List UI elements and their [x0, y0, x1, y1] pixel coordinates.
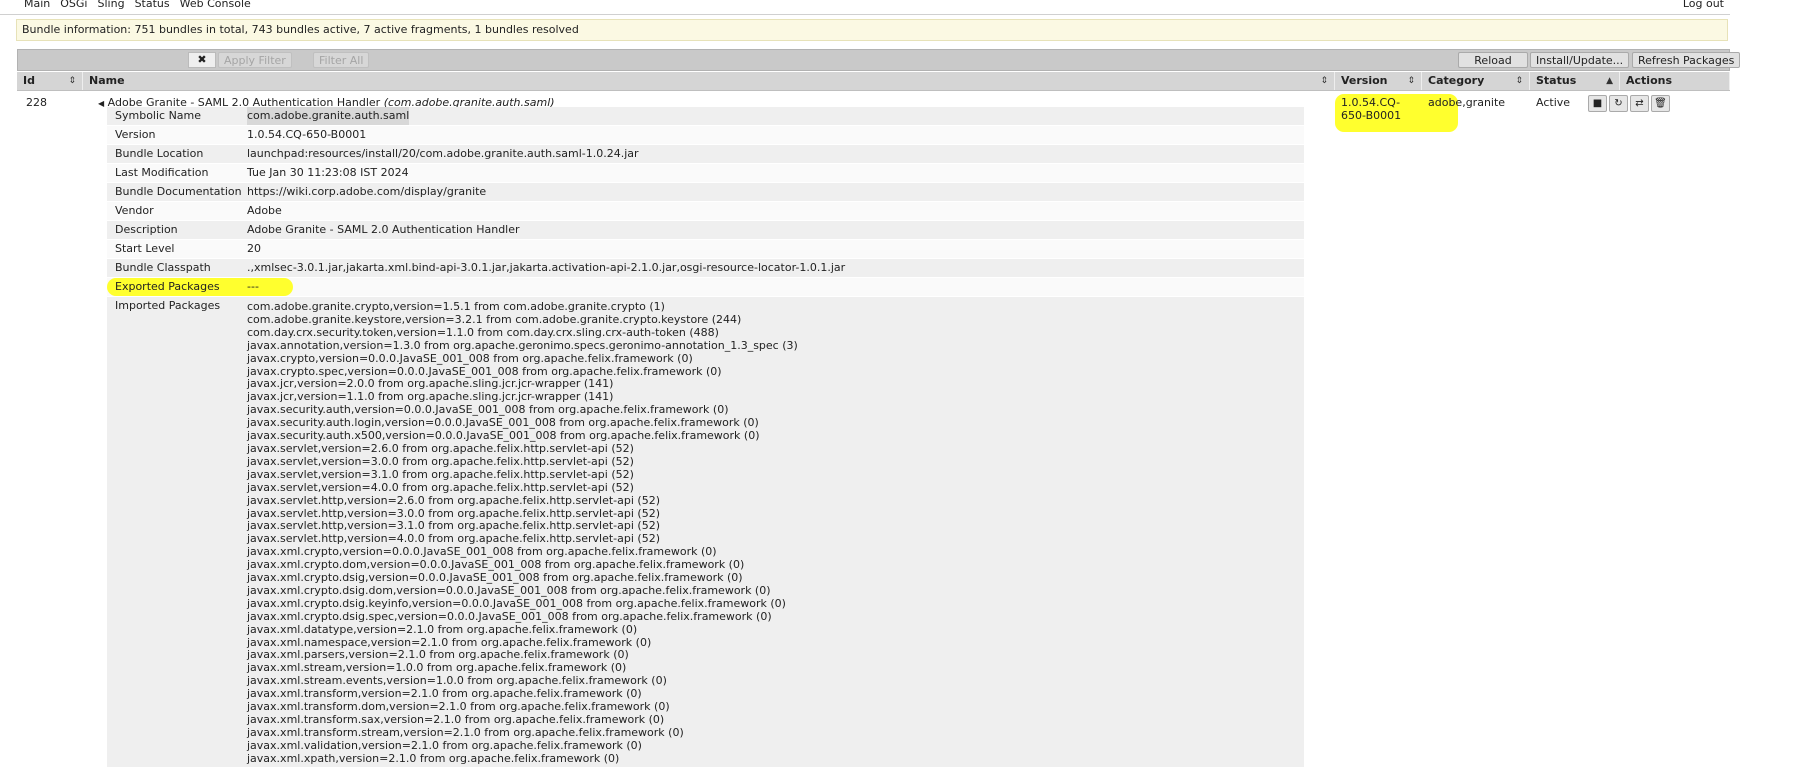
detail-value: Tue Jan 30 11:23:08 IST 2024 — [247, 166, 409, 179]
detail-value: com.adobe.granite.auth.saml — [247, 107, 410, 125]
column-actions-label: Actions — [1626, 74, 1672, 87]
imported-package: javax.servlet,version=3.1.0 from org.apa… — [247, 467, 634, 481]
imported-package: javax.xml.crypto.dsig.keyinfo,version=0.… — [247, 596, 786, 610]
sort-asc-icon: ▲ — [1606, 76, 1613, 86]
install-update-button[interactable]: Install/Update... — [1530, 52, 1630, 68]
detail-value: 1.0.54.CQ-650-B0001 — [247, 128, 367, 141]
detail-row-exported: Exported Packages --- — [107, 278, 1304, 297]
detail-value: launchpad:resources/install/20/com.adobe… — [247, 147, 639, 160]
menu-osgi[interactable]: OSGi — [60, 0, 87, 10]
refresh-icon[interactable]: ↻ — [1609, 95, 1628, 112]
filter-all-button[interactable]: Filter All — [313, 52, 370, 68]
sort-icon: ⇕ — [1320, 76, 1328, 86]
sort-icon: ⇕ — [1515, 76, 1523, 86]
top-nav: Main OSGi Sling Status Web Console Log o… — [0, 0, 1730, 15]
detail-row: Vendor Adobe — [107, 202, 1304, 221]
bundle-actions: ■ ↻ ⇄ 🗑 — [1588, 95, 1670, 112]
detail-row: Last Modification Tue Jan 30 11:23:08 IS… — [107, 164, 1304, 183]
imported-package: javax.servlet,version=4.0.0 from org.apa… — [247, 480, 634, 494]
detail-value: .,xmlsec-3.0.1.jar,jakarta.xml.bind-api-… — [247, 261, 846, 274]
uninstall-icon[interactable]: 🗑 — [1651, 95, 1670, 112]
column-name-label: Name — [89, 74, 125, 87]
detail-value: https://wiki.corp.adobe.com/display/gran… — [247, 185, 487, 198]
detail-label: Description — [115, 223, 178, 236]
stop-icon[interactable]: ■ — [1588, 95, 1607, 112]
logout-link[interactable]: Log out — [1683, 0, 1724, 10]
imported-package: com.adobe.granite.keystore,version=3.2.1… — [247, 312, 742, 326]
detail-label: Version — [115, 128, 156, 141]
column-category-label: Category — [1428, 74, 1485, 87]
imported-package: javax.xml.crypto.dsig,version=0.0.0.Java… — [247, 571, 743, 585]
imported-package: javax.servlet,version=3.0.0 from org.apa… — [247, 454, 634, 468]
imported-package: javax.crypto,version=0.0.0.JavaSE_001_00… — [247, 351, 693, 365]
column-id-label: Id — [23, 74, 35, 87]
column-header-status[interactable]: Status ▲ — [1530, 72, 1620, 90]
menu-main[interactable]: Main — [24, 0, 50, 10]
collapse-arrow-icon[interactable]: ◀ — [98, 99, 104, 108]
detail-label: Vendor — [115, 204, 154, 217]
detail-label: Exported Packages — [115, 280, 220, 293]
bundle-status: Active — [1536, 96, 1571, 109]
detail-row: Version 1.0.54.CQ-650-B0001 — [107, 126, 1304, 145]
main-menu: Main OSGi Sling Status Web Console — [24, 0, 251, 10]
reload-button[interactable]: Reload — [1458, 52, 1528, 68]
detail-value: Adobe Granite - SAML 2.0 Authentication … — [247, 223, 520, 236]
refresh-packages-button[interactable]: Refresh Packages — [1632, 52, 1741, 68]
bundle-version-line2: 650-B0001 — [1341, 109, 1402, 122]
bundle-detail-panel: Symbolic Name com.adobe.granite.auth.sam… — [107, 107, 1304, 767]
detail-label: Symbolic Name — [115, 109, 202, 122]
column-header-name[interactable]: Name ⇕ — [83, 72, 1335, 90]
bundle-id: 228 — [26, 96, 47, 109]
detail-row: Bundle Classpath .,xmlsec-3.0.1.jar,jaka… — [107, 259, 1304, 278]
detail-value: --- — [247, 280, 259, 293]
detail-row: Bundle Location launchpad:resources/inst… — [107, 145, 1304, 164]
imported-package: javax.servlet.http,version=2.6.0 from or… — [247, 493, 660, 507]
menu-sling[interactable]: Sling — [98, 0, 125, 10]
detail-value: Adobe — [247, 204, 282, 217]
detail-label: Start Level — [115, 242, 175, 255]
menu-web-console[interactable]: Web Console — [180, 0, 251, 10]
detail-row: Start Level 20 — [107, 240, 1304, 259]
update-icon[interactable]: ⇄ — [1630, 95, 1649, 112]
menu-status[interactable]: Status — [135, 0, 170, 10]
imported-package: javax.xml.crypto.dsig.dom,version=0.0.0.… — [247, 583, 771, 597]
column-header-actions: Actions — [1620, 72, 1730, 90]
bundle-status-line: Bundle information: 751 bundles in total… — [16, 19, 1728, 41]
detail-label: Bundle Classpath — [115, 261, 211, 274]
detail-label: Bundle Location — [115, 147, 204, 160]
apply-filter-button[interactable]: Apply Filter — [218, 52, 292, 68]
detail-row: Description Adobe Granite - SAML 2.0 Aut… — [107, 221, 1304, 240]
table-header: Id ⇕ Name ⇕ Version ⇕ Category ⇕ Status … — [17, 72, 1730, 91]
detail-value: 20 — [247, 242, 261, 255]
imported-package: javax.xml.crypto.dsig.spec,version=0.0.0… — [247, 609, 772, 623]
column-header-id[interactable]: Id ⇕ — [17, 72, 83, 90]
detail-row: Symbolic Name com.adobe.granite.auth.sam… — [107, 107, 1304, 126]
detail-label: Last Modification — [115, 166, 209, 179]
imported-packages-list: com.adobe.granite.crypto,version=1.5.1 f… — [247, 300, 798, 766]
bundle-category: adobe,granite — [1428, 96, 1506, 109]
imported-package: javax.xml.transform.stream,version=2.1.0… — [247, 725, 684, 739]
detail-label: Bundle Documentation — [115, 185, 242, 198]
imported-package: javax.xml.validation,version=2.1.0 from … — [247, 738, 642, 752]
clear-filter-button[interactable]: ✖ — [188, 52, 216, 68]
imported-package: javax.servlet,version=2.6.0 from org.apa… — [247, 441, 634, 455]
bundle-toolbar: ✖ Apply Filter Filter All Reload Install… — [17, 49, 1741, 71]
column-header-category[interactable]: Category ⇕ — [1422, 72, 1530, 90]
detail-row: Bundle Documentation https://wiki.corp.a… — [107, 183, 1304, 202]
column-status-label: Status — [1536, 74, 1577, 87]
sort-icon: ⇕ — [1407, 76, 1415, 86]
sort-icon: ⇕ — [68, 76, 76, 86]
imported-package: javax.xml.transform.sax,version=2.1.0 fr… — [247, 713, 665, 726]
detail-label: Imported Packages — [115, 299, 221, 312]
imported-package: com.day.crx.security.token,version=1.1.0… — [247, 325, 719, 339]
imported-package: com.adobe.granite.crypto,version=1.5.1 f… — [247, 300, 665, 313]
imported-packages-row: Imported Packages com.adobe.granite.cryp… — [107, 297, 1304, 767]
column-version-label: Version — [1341, 74, 1388, 87]
imported-package: javax.annotation,version=1.3.0 from org.… — [247, 338, 798, 352]
imported-package: javax.xml.datatype,version=2.1.0 from or… — [247, 622, 638, 636]
column-header-version[interactable]: Version ⇕ — [1335, 72, 1422, 90]
